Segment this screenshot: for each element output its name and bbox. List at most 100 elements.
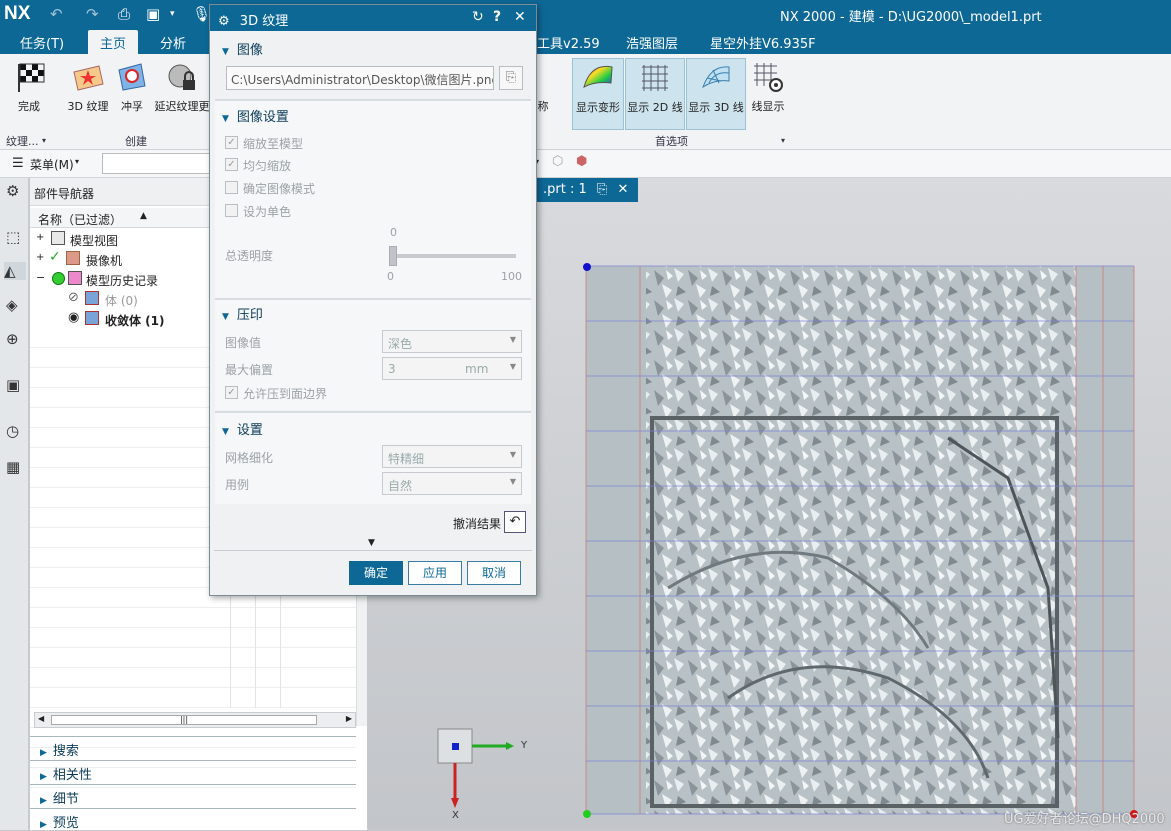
image-settings-panel [215,99,531,299]
tab-tools[interactable]: 工具v2.59 [537,33,600,52]
line-display-button[interactable]: 线显示 [748,58,788,130]
finish-button[interactable]: 完成 [6,58,52,130]
tab-haoqiang-layers[interactable]: 浩强图层 [626,33,678,52]
section-image-settings[interactable]: ▼ 图像设置 [216,106,530,126]
dropdown-arrow-icon: ▼ [509,335,516,344]
modified-page-icon[interactable]: ⎘ [597,182,607,197]
cube-color-icon[interactable]: ⬢ [576,154,587,169]
ok-button[interactable]: 确定 [349,561,403,585]
image-value-select[interactable]: 深色 ▼ [382,330,522,353]
grid-gear-icon [751,60,785,94]
image-path-field[interactable]: C:\Users\Administrator\Desktop\微信图片.png [226,66,494,90]
defer-texture-update-label: 延迟纹理更 [154,100,210,113]
symmetric-label: 称 [537,100,549,113]
transparency-slider-handle[interactable] [389,246,397,266]
cancel-button[interactable]: 取消 [467,561,521,585]
menu-dropdown-icon[interactable]: ▾ [75,157,79,166]
transparency-slider-track[interactable] [390,254,516,258]
3d-texture-button[interactable]: 3D 纹理 [64,58,112,130]
eye-icon[interactable]: ◉ [68,310,79,325]
show-2d-lines-button[interactable]: 显示 2D 线 [625,58,685,130]
show-3d-lines-button[interactable]: 显示 3D 线 [686,58,746,130]
sort-ascending-icon[interactable]: ▲ [140,211,147,221]
checkbox-monochrome[interactable] [225,204,238,217]
menu-button[interactable]: 菜单(M) [30,156,74,173]
dropdown-icon[interactable]: ▾ [170,9,175,19]
group-label-texture[interactable]: 纹理... [6,133,39,149]
tab-tasks[interactable]: 任务(T) [20,33,64,52]
checkbox-scale-to-model[interactable]: ✓ [225,136,238,149]
expand-icon[interactable]: + [36,252,44,263]
scroll-thumb[interactable]: ||| [51,715,317,725]
label-image-value: 图像值 [225,336,262,350]
section-settings[interactable]: ▼ 设置 [216,419,530,439]
section-details[interactable]: ▶ 细节 [30,784,356,807]
corner-point-blue[interactable] [583,263,591,271]
part-navigator-icon[interactable]: ⬚ [6,228,24,246]
undo-icon[interactable]: ↶ [50,5,63,23]
checkbox-allow-boundary[interactable]: ✓ [225,386,238,399]
checkmark-icon: ✓ [49,249,61,265]
close-icon[interactable]: ✕ [514,9,526,25]
collapse-icon[interactable]: − [36,271,45,284]
symmetric-button[interactable]: 称 [535,58,551,130]
print-icon[interactable]: ⎙ [118,5,130,23]
section-preview[interactable]: ▶ 预览 [30,808,356,831]
mesh-refinement-select[interactable]: 特精细 ▼ [382,445,522,468]
show-2d-lines-label: 显示 2D 线 [627,101,683,114]
punch-button[interactable]: 冲孚 [114,58,150,130]
max-offset-input[interactable]: 3 mm ▼ [382,357,522,380]
expand-icon[interactable]: + [36,232,44,243]
part-tab[interactable]: .prt : 1 ⎘ ✕ [533,178,639,202]
redo-icon[interactable]: ↷ [86,5,99,23]
section-emboss[interactable]: ▼ 压印 [216,304,530,324]
nx-logo[interactable]: NX [4,3,30,25]
reset-icon[interactable]: ↻ [472,9,484,25]
cube-icon[interactable]: ⬡ [552,154,563,169]
apply-button[interactable]: 应用 [408,561,462,585]
history-clock-icon[interactable]: ◷ [6,422,24,440]
tab-home[interactable]: 主页 [88,30,139,54]
section-search[interactable]: ▶ 搜索 [30,736,356,759]
more-options-arrow-icon[interactable]: ▼ [368,538,375,548]
window-icon[interactable]: ▣ [146,5,160,23]
expand-arrow-icon: ▶ [40,748,47,758]
web-browser-icon[interactable]: ▣ [6,376,24,394]
scroll-left-icon[interactable]: ◀ [38,714,44,723]
hamburger-menu-icon[interactable]: ☰ [12,156,24,171]
dialog-gear-icon[interactable]: ⚙ [218,14,230,29]
defer-texture-update-button[interactable]: 延迟纹理更 [152,58,212,130]
label-monochrome: 设为单色 [243,205,292,219]
preferences-dropdown-icon[interactable]: ▾ [781,136,785,145]
3d-texture-dialog: ⚙ 3D 纹理 ↻ ? ✕ ▼ 图像 C:\Users\Administrator… [209,4,537,596]
checkbox-uniform-scale[interactable]: ✓ [225,158,238,171]
show-deformation-button[interactable]: 显示变形 [572,58,624,130]
label-total-transparency: 总透明度 [225,249,274,263]
group-dropdown-icon[interactable]: ▾ [42,136,46,145]
checkbox-confirm-image-mode[interactable] [225,181,238,194]
assembly-navigator-icon[interactable]: ◭ [4,262,26,280]
hidden-eye-icon[interactable]: ⊘ [68,290,79,305]
column-name[interactable]: 名称（已过滤） [38,213,122,227]
tab-xingkong-plugin[interactable]: 星空外挂V6.935F [710,33,816,52]
tree-label-model-history: 模型历史记录 [86,274,159,288]
section-dependencies[interactable]: ▶ 相关性 [30,760,356,783]
horizontal-scrollbar[interactable]: ◀ ||| ▶ [34,712,356,728]
gear-icon[interactable]: ⚙ [6,182,24,200]
selection-filter-box[interactable] [102,153,210,174]
close-tab-icon[interactable]: ✕ [617,182,628,197]
browse-folder-icon[interactable]: ⎘ [499,66,523,90]
csys-triad[interactable] [437,728,514,808]
undo-result-button[interactable]: ↶ [504,511,526,533]
group-label-preferences: 首选项 [655,135,688,148]
section-image[interactable]: ▼ 图像 [216,39,530,59]
tab-analysis[interactable]: 分析 [160,33,186,52]
use-case-select[interactable]: 自然 ▼ [382,472,522,495]
reuse-library-icon[interactable]: ⊕ [6,330,24,348]
constraint-navigator-icon[interactable]: ◈ [6,296,24,314]
corner-point-green[interactable] [583,810,591,818]
system-materials-icon[interactable]: ▦ [6,458,24,476]
help-icon[interactable]: ? [493,9,501,25]
model-views-icon [51,231,65,245]
scroll-right-icon[interactable]: ▶ [346,714,352,723]
